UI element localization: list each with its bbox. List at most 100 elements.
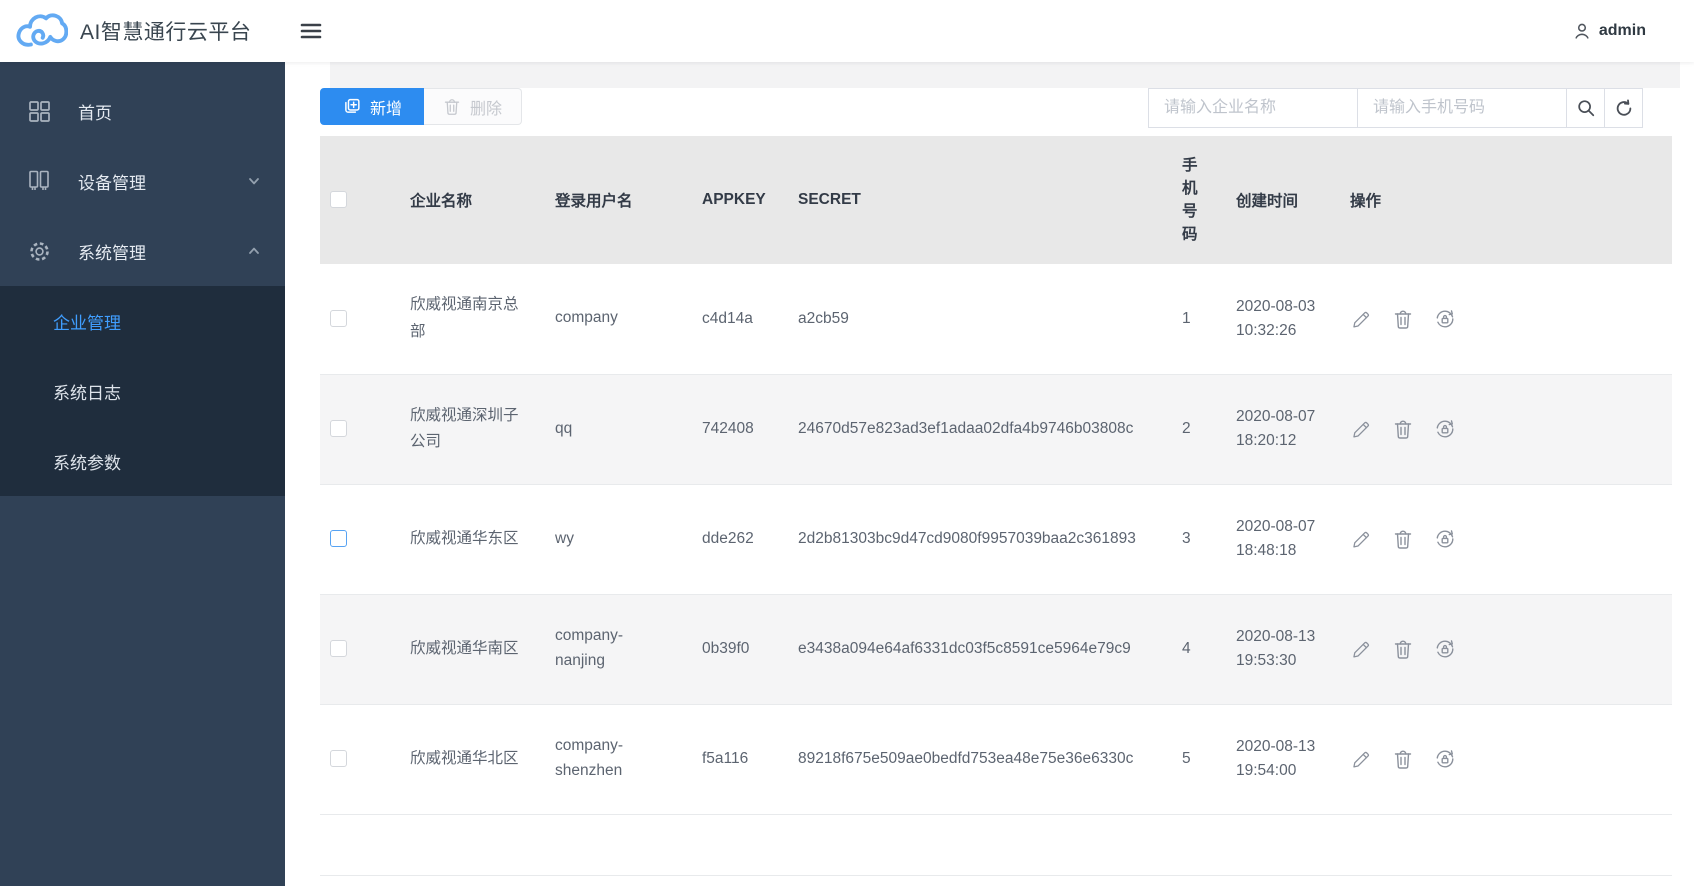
username-cell: company — [555, 309, 618, 327]
table-row: 欣威视通华北区 company-shenzhen f5a116 89218f67… — [320, 704, 1672, 815]
phone-cell: 2 — [1182, 420, 1191, 437]
reset-password-button[interactable] — [1434, 748, 1456, 770]
row-checkbox[interactable] — [330, 530, 347, 548]
user-icon — [1572, 21, 1592, 41]
sidebar-item-devices[interactable]: 设备管理 — [0, 146, 285, 216]
user-name: admin — [1598, 22, 1646, 39]
sidebar-item-system-log[interactable]: 系统日志 — [0, 356, 285, 426]
table-body: 欣威视通南京总部 company c4d14a a2cb59 1 2020-08… — [320, 264, 1672, 815]
row-checkbox[interactable] — [330, 750, 347, 768]
row-actions — [1350, 308, 1662, 330]
phone-cell: 5 — [1182, 750, 1191, 767]
user-menu[interactable]: admin — [1572, 21, 1646, 41]
row-checkbox[interactable] — [330, 420, 347, 438]
row-checkbox[interactable] — [330, 640, 347, 658]
row-actions — [1350, 638, 1662, 660]
row-actions — [1350, 528, 1662, 550]
edit-button[interactable] — [1350, 638, 1372, 660]
edit-button[interactable] — [1350, 748, 1372, 770]
company-name-cell: 欣威视通华东区 — [410, 529, 519, 547]
delete-row-button[interactable] — [1393, 638, 1413, 660]
select-all-checkbox[interactable] — [330, 191, 347, 209]
delete-row-button[interactable] — [1393, 748, 1413, 770]
trash-icon — [443, 97, 461, 116]
column-header-created: 创建时间 — [1226, 136, 1340, 264]
chevron-up-icon — [247, 244, 261, 258]
username-cell: qq — [555, 419, 573, 437]
pencil-icon — [1350, 638, 1372, 660]
created-time-cell: 2020-08-13 19:53:30 — [1236, 627, 1316, 669]
action-button-group: 新增 删除 — [320, 88, 523, 125]
trash-icon — [1393, 418, 1413, 440]
lock-refresh-icon — [1434, 748, 1456, 770]
trash-icon — [1393, 638, 1413, 660]
sidebar-item-system-params[interactable]: 系统参数 — [0, 426, 285, 496]
lock-refresh-icon — [1434, 418, 1456, 440]
next-row-divider — [320, 874, 1672, 876]
edit-button[interactable] — [1350, 528, 1372, 550]
pencil-icon — [1350, 528, 1372, 550]
pencil-icon — [1350, 418, 1372, 440]
sidebar-item-enterprise[interactable]: 企业管理 — [0, 286, 285, 356]
appkey-cell: 0b39f0 — [702, 640, 750, 657]
column-header-actions: 操作 — [1340, 136, 1672, 264]
chevron-down-icon — [247, 174, 261, 188]
row-checkbox[interactable] — [330, 310, 347, 328]
content-card: 新增 删除 请输入企业名称 请输入手机号码 企业名称 登录用户名 APPKEY … — [285, 88, 1694, 886]
device-icon — [26, 169, 52, 193]
sidebar-item-label: 首页 — [78, 103, 112, 123]
refresh-button[interactable] — [1604, 88, 1643, 128]
search-button[interactable] — [1566, 88, 1605, 128]
top-bar: AI智慧通行云平台 admin — [0, 0, 1694, 62]
company-name-cell: 欣威视通华北区 — [410, 749, 519, 767]
table-row: 欣威视通华东区 wy dde262 2d2b81303bc9d47cd9080f… — [320, 484, 1672, 595]
row-actions — [1350, 418, 1662, 440]
table-row: 欣威视通深圳子公司 qq 742408 24670d57e823ad3ef1ad… — [320, 374, 1672, 485]
delete-row-button[interactable] — [1393, 418, 1413, 440]
grid-icon — [26, 100, 52, 123]
reset-password-button[interactable] — [1434, 418, 1456, 440]
refresh-icon — [1614, 98, 1634, 118]
gear-icon — [26, 240, 52, 263]
secret-cell: e3438a094e64af6331dc03f5c8591ce5964e79c9 — [798, 640, 1131, 657]
submenu-item-label: 系统日志 — [53, 383, 121, 403]
reset-password-button[interactable] — [1434, 638, 1456, 660]
phone-search-input[interactable] — [1357, 88, 1567, 128]
sidebar: 首页 设备管理 系统管理 企业管理 系统日志 系统参数 — [0, 62, 285, 886]
add-button-label: 新增 — [370, 100, 403, 118]
lock-refresh-icon — [1434, 308, 1456, 330]
trash-icon — [1393, 528, 1413, 550]
submenu-item-label: 系统参数 — [53, 453, 121, 473]
system-submenu: 企业管理 系统日志 系统参数 — [0, 286, 285, 496]
delete-row-button[interactable] — [1393, 308, 1413, 330]
reset-password-button[interactable] — [1434, 308, 1456, 330]
edit-button[interactable] — [1350, 308, 1372, 330]
created-time-cell: 2020-08-13 19:54:00 — [1236, 737, 1316, 779]
reset-password-button[interactable] — [1434, 528, 1456, 550]
delete-button-label: 删除 — [470, 100, 503, 118]
appkey-cell: dde262 — [702, 530, 754, 547]
appkey-cell: 742408 — [702, 420, 754, 437]
edit-button[interactable] — [1350, 418, 1372, 440]
username-cell: company-nanjing — [555, 627, 624, 669]
add-button[interactable]: 新增 — [320, 88, 425, 125]
trash-icon — [1393, 308, 1413, 330]
sidebar-item-system[interactable]: 系统管理 — [0, 216, 285, 286]
row-actions — [1350, 748, 1662, 770]
toolbar: 新增 删除 请输入企业名称 请输入手机号码 — [320, 88, 1672, 128]
column-header-phone: 手机号码 — [1182, 156, 1198, 244]
table-row: 欣威视通华南区 company-nanjing 0b39f0 e3438a094… — [320, 594, 1672, 705]
main-area: 新增 删除 请输入企业名称 请输入手机号码 企业名称 登录用户名 APPKEY … — [285, 62, 1694, 886]
sidebar-item-home[interactable]: 首页 — [0, 76, 285, 146]
company-search-input[interactable] — [1148, 88, 1358, 128]
appkey-cell: f5a116 — [702, 750, 749, 767]
company-name-cell: 欣威视通深圳子公司 — [410, 406, 519, 450]
column-header-appkey: APPKEY — [692, 136, 788, 264]
delete-button[interactable]: 删除 — [424, 88, 523, 125]
hamburger-menu-icon[interactable] — [296, 18, 326, 44]
company-name-cell: 欣威视通南京总部 — [410, 296, 519, 340]
username-cell: company-shenzhen — [555, 737, 624, 779]
delete-row-button[interactable] — [1393, 528, 1413, 550]
secret-cell: 89218f675e509ae0bedfd753ea48e75e36e6330c — [798, 750, 1134, 767]
table-row: 欣威视通南京总部 company c4d14a a2cb59 1 2020-08… — [320, 264, 1672, 375]
